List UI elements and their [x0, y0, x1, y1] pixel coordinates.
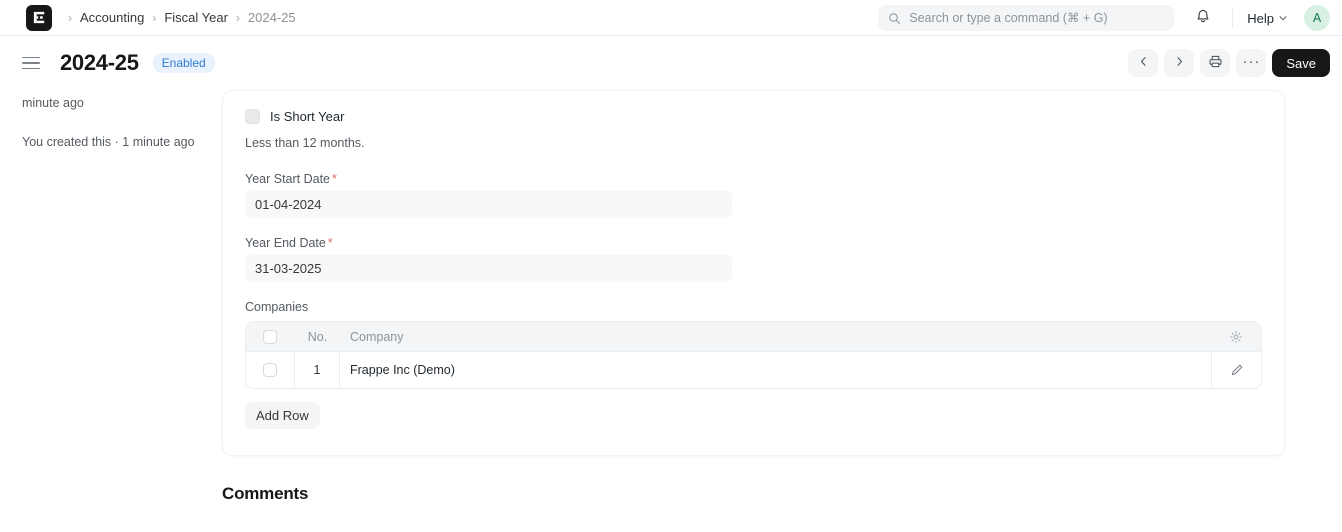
help-label: Help	[1247, 10, 1274, 26]
search-icon	[888, 12, 901, 25]
grid-cell-no: 1	[295, 352, 340, 388]
avatar[interactable]: A	[1304, 5, 1330, 31]
bell-icon	[1195, 8, 1211, 29]
form-card: Is Short Year Less than 12 months. Year …	[222, 90, 1285, 456]
avatar-initial: A	[1312, 11, 1322, 25]
search-bar[interactable]	[878, 5, 1175, 31]
document-sidebar: minute ago You created this · 1 minute a…	[22, 90, 222, 153]
companies-grid: No. Company 1 Frappe Inc (Demo)	[245, 321, 1262, 389]
navbar-right-group: Help A	[878, 0, 1330, 36]
is-short-year-help-text: Less than 12 months.	[245, 136, 365, 150]
year-end-date-input[interactable]	[245, 255, 732, 282]
companies-grid-label: Companies	[245, 300, 309, 314]
year-start-date-label-text: Year Start Date	[245, 172, 331, 186]
top-navbar: › Accounting › Fiscal Year › 2024-25 Sea…	[0, 0, 1342, 36]
chevron-down-icon	[1278, 11, 1288, 26]
grid-settings-cell	[1211, 322, 1261, 351]
page-title: 2024-25	[60, 50, 139, 75]
help-menu-button[interactable]: Help	[1243, 7, 1292, 30]
grid-header-row: No. Company	[246, 322, 1261, 352]
search-input[interactable]	[909, 11, 1165, 25]
breadcrumb: › Accounting › Fiscal Year › 2024-25	[62, 10, 296, 25]
save-button[interactable]: Save	[1272, 49, 1330, 77]
page-header-actions: ··· Save	[1128, 36, 1330, 90]
breadcrumb-separator: ›	[235, 10, 240, 25]
year-start-date-field: Year Start Date *	[245, 172, 1262, 218]
breadcrumb-item-current: 2024-25	[247, 10, 296, 25]
year-start-date-label: Year Start Date *	[245, 172, 1262, 186]
status-badge[interactable]: Enabled	[152, 53, 215, 73]
breadcrumb-separator: ›	[68, 10, 72, 25]
select-all-checkbox[interactable]	[263, 329, 277, 344]
breadcrumb-item-accounting[interactable]: Accounting	[80, 10, 144, 25]
hamburger-icon[interactable]	[22, 51, 46, 75]
is-short-year-checkbox[interactable]	[245, 109, 260, 124]
year-end-date-label: Year End Date *	[245, 236, 1262, 250]
table-row[interactable]: 1 Frappe Inc (Demo)	[246, 352, 1261, 388]
grid-row-select-cell	[246, 352, 295, 388]
is-short-year-row: Is Short Year	[245, 109, 1262, 124]
sidebar-created-by-text: You created this · 1 minute ago	[22, 135, 195, 150]
year-end-date-label-text: Year End Date	[245, 236, 326, 250]
frappe-logo-icon[interactable]	[26, 4, 52, 31]
companies-grid-section: Companies No. Company 1 Frappe Inc (Demo…	[245, 300, 1262, 429]
chevron-left-icon	[1137, 55, 1150, 71]
notifications-button[interactable]	[1188, 4, 1218, 32]
pencil-icon[interactable]	[1230, 363, 1244, 377]
next-document-button[interactable]	[1164, 49, 1195, 77]
chevron-right-icon	[1173, 55, 1186, 71]
grid-select-all-cell	[246, 322, 295, 351]
printer-icon	[1208, 54, 1223, 72]
add-row-button[interactable]: Add Row	[245, 402, 320, 429]
form-main-column: Is Short Year Less than 12 months. Year …	[222, 90, 1342, 504]
row-select-checkbox[interactable]	[263, 363, 277, 377]
required-indicator: *	[332, 172, 337, 186]
page-body: minute ago You created this · 1 minute a…	[0, 90, 1342, 504]
year-end-date-field: Year End Date *	[245, 236, 1262, 282]
more-actions-button[interactable]: ···	[1236, 49, 1267, 77]
required-indicator: *	[327, 236, 333, 250]
gear-icon[interactable]	[1229, 330, 1243, 344]
comments-heading: Comments	[222, 484, 309, 503]
is-short-year-label[interactable]: Is Short Year	[270, 109, 344, 124]
print-button[interactable]	[1200, 49, 1231, 77]
year-start-date-input[interactable]	[245, 191, 732, 218]
grid-row-edit-cell[interactable]	[1211, 352, 1261, 388]
sidebar-activity-text-truncated: minute ago	[22, 96, 84, 110]
previous-document-button[interactable]	[1128, 49, 1159, 77]
grid-header-no: No.	[307, 329, 328, 344]
breadcrumb-separator: ›	[152, 10, 157, 25]
navbar-divider	[1232, 8, 1234, 28]
page-header: 2024-25 Enabled ··· Save	[0, 36, 1342, 90]
grid-header-company: Company	[350, 329, 404, 344]
breadcrumb-item-fiscal-year[interactable]: Fiscal Year	[164, 10, 228, 25]
grid-cell-company[interactable]: Frappe Inc (Demo)	[340, 352, 1211, 388]
